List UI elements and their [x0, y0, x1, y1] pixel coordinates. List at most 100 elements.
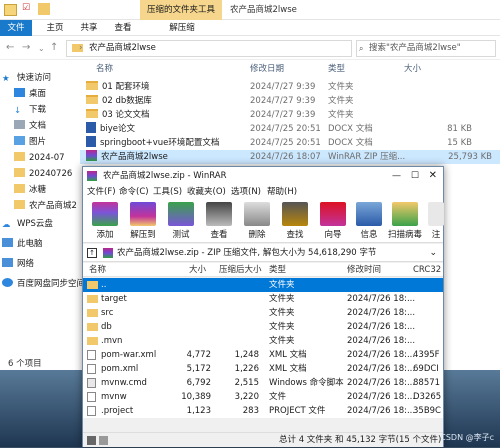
- address-bar[interactable]: › 农产品商城2lwse: [66, 40, 352, 57]
- extract-to-button[interactable]: 解压到: [123, 201, 163, 241]
- forward-arrow-icon[interactable]: →: [22, 42, 30, 53]
- sidebar-item-documents[interactable]: 文档: [14, 118, 46, 134]
- file-date: 2024/7/25 20:51: [250, 138, 321, 148]
- sidebar-item-folder-2024-07[interactable]: 2024-07: [14, 150, 65, 166]
- archive-row[interactable]: target 文件夹 2024/7/26 18:...: [83, 292, 443, 306]
- winrar-window: 农产品商城2lwse.zip - WinRAR — ☐ ✕ 文件(F) 命令(C…: [82, 166, 444, 447]
- tool-label: 注: [431, 230, 441, 240]
- col-name[interactable]: 名称: [89, 263, 106, 277]
- column-header-date[interactable]: 修改日期: [250, 62, 284, 76]
- test-icon: [168, 202, 194, 226]
- delete-button[interactable]: 删除: [237, 201, 277, 241]
- archive-size: 1,123: [186, 406, 211, 416]
- col-packed[interactable]: 压缩后大小: [219, 263, 262, 277]
- file-row[interactable]: springboot+vue环境配置文档 2024/7/25 20:51 DOC…: [80, 136, 500, 150]
- sidebar-item-quick-access[interactable]: ★ 快速访问: [2, 70, 51, 86]
- file-size: 25,793 KB: [448, 152, 492, 162]
- file-row-selected[interactable]: 农产品商城2lwse 2024/7/26 18:07 WinRAR ZIP 压缩…: [80, 150, 500, 164]
- menu-tools[interactable]: 工具(S): [153, 185, 182, 199]
- archive-row[interactable]: mvnw.cmd 6,792 2,515 Windows 命令脚本 2024/7…: [83, 376, 443, 390]
- explorer-titlebar: ☑ 压缩的文件夹工具 农产品商城2lwse: [0, 0, 500, 20]
- column-header-type[interactable]: 类型: [328, 62, 345, 76]
- close-icon[interactable]: ✕: [429, 167, 437, 185]
- folder-icon: [86, 81, 98, 90]
- checkbox-icon[interactable]: ☑: [22, 3, 30, 13]
- minimize-icon[interactable]: —: [392, 167, 401, 185]
- find-button[interactable]: 查找: [275, 201, 315, 241]
- menu-commands[interactable]: 命令(C): [119, 185, 149, 199]
- col-type[interactable]: 类型: [269, 263, 286, 277]
- file-icon: [87, 350, 96, 360]
- archive-row[interactable]: pom.xml 5,172 1,226 XML 文档 2024/7/26 18:…: [83, 362, 443, 376]
- tab-extract[interactable]: 解压缩: [162, 20, 202, 36]
- sidebar-item-downloads[interactable]: ↓ 下载: [14, 102, 46, 118]
- chevron-right-icon: ›: [79, 43, 83, 53]
- archive-row[interactable]: pom-war.xml 4,772 1,248 XML 文档 2024/7/26…: [83, 348, 443, 362]
- archive-row[interactable]: .mvn 文件夹 2024/7/26 18:...: [83, 334, 443, 348]
- winrar-status-text: 总计 4 文件夹 和 45,132 字节(15 个文件): [279, 435, 442, 445]
- sidebar-item-folder-20240726[interactable]: 20240726: [14, 166, 72, 182]
- menu-options[interactable]: 选项(N): [231, 185, 261, 199]
- status-bar-text: 6 个项目: [8, 359, 42, 369]
- scan-virus-button[interactable]: 扫描病毒: [383, 201, 427, 241]
- up-folder-icon[interactable]: ↑: [87, 248, 97, 258]
- wizard-button[interactable]: 向导: [313, 201, 353, 241]
- sidebar-item-label: 百度网盘同步空间: [17, 279, 86, 289]
- menu-file[interactable]: 文件(F): [87, 185, 116, 199]
- winrar-status-bar: 总计 4 文件夹 和 45,132 字节(15 个文件): [83, 432, 443, 447]
- tab-share[interactable]: 共享: [76, 20, 102, 36]
- tab-file[interactable]: 文件: [0, 20, 32, 36]
- computer-icon: [2, 238, 13, 247]
- column-header-name[interactable]: 名称: [96, 62, 113, 76]
- file-row[interactable]: biye论文 2024/7/25 20:51 DOCX 文档 81 KB: [80, 122, 500, 136]
- archive-name: db: [101, 322, 112, 332]
- archive-row[interactable]: src 文件夹 2024/7/26 18:...: [83, 306, 443, 320]
- sidebar-item-label: 图片: [29, 137, 47, 147]
- tab-home[interactable]: 主页: [42, 20, 68, 36]
- col-modified[interactable]: 修改时间: [347, 263, 381, 277]
- menu-help[interactable]: 帮助(H): [267, 185, 297, 199]
- chevron-down-icon[interactable]: ⌄: [429, 244, 437, 262]
- archive-modified: 2024/7/26 18:...: [347, 308, 416, 318]
- maximize-icon[interactable]: ☐: [411, 167, 419, 185]
- back-arrow-icon[interactable]: ←: [6, 42, 14, 53]
- file-row[interactable]: 02 db数据库 2024/7/27 9:39 文件夹: [80, 94, 500, 108]
- test-button[interactable]: 测试: [161, 201, 201, 241]
- context-tab[interactable]: 压缩的文件夹工具: [140, 0, 222, 20]
- archive-type: 文件夹: [269, 280, 295, 290]
- search-placeholder: 搜索"农产品商城2lwse": [369, 43, 461, 53]
- file-row[interactable]: 01 配套环境 2024/7/27 9:39 文件夹: [80, 80, 500, 94]
- col-size[interactable]: 大小: [189, 263, 206, 277]
- archive-row[interactable]: db 文件夹 2024/7/26 18:...: [83, 320, 443, 334]
- col-crc[interactable]: CRC32: [413, 263, 441, 277]
- archive-row[interactable]: mvnw 10,389 3,220 文件 2024/7/26 18:... D3…: [83, 390, 443, 404]
- file-row[interactable]: 03 论文文档 2024/7/27 9:39 文件夹: [80, 108, 500, 122]
- sidebar-item-network[interactable]: 网络: [2, 256, 34, 272]
- sidebar-item-label: 下载: [29, 105, 47, 115]
- sidebar-item-folder-shop[interactable]: 农产品商城2: [14, 198, 77, 214]
- up-arrow-icon[interactable]: ↑: [50, 42, 58, 53]
- column-header-size[interactable]: 大小: [404, 62, 421, 76]
- comment-button[interactable]: 注: [427, 201, 445, 241]
- search-input[interactable]: 搜索"农产品商城2lwse" ⌕: [356, 40, 496, 57]
- archive-row[interactable]: .project 1,123 283 PROJECT 文件 2024/7/26 …: [83, 404, 443, 418]
- sidebar-item-pictures[interactable]: 图片: [14, 134, 46, 150]
- sidebar-item-folder-bingtang[interactable]: 冰糖: [14, 182, 46, 198]
- archive-packed: 2,515: [234, 378, 259, 388]
- file-date: 2024/7/27 9:39: [250, 82, 316, 92]
- wizard-icon: [320, 202, 346, 226]
- tab-view[interactable]: 查看: [110, 20, 136, 36]
- sidebar-item-wps-cloud[interactable]: ☁ WPS云盘: [2, 216, 53, 232]
- properties-icon[interactable]: [4, 4, 17, 16]
- menu-favorites[interactable]: 收藏夹(O): [187, 185, 226, 199]
- archive-row-selected[interactable]: .. 文件夹: [83, 278, 443, 292]
- sidebar-item-desktop[interactable]: 桌面: [14, 86, 46, 102]
- network-icon: [2, 258, 13, 267]
- winrar-menubar: 文件(F) 命令(C) 工具(S) 收藏夹(O) 选项(N) 帮助(H): [83, 185, 443, 199]
- view-button[interactable]: 查看: [199, 201, 239, 241]
- sidebar-item-label: 文档: [29, 121, 47, 131]
- chevron-down-icon[interactable]: ⌄: [38, 44, 45, 53]
- sidebar-item-baidu-sync[interactable]: 百度网盘同步空间: [2, 276, 85, 292]
- add-button[interactable]: 添加: [85, 201, 125, 241]
- sidebar-item-this-pc[interactable]: 此电脑: [2, 236, 43, 252]
